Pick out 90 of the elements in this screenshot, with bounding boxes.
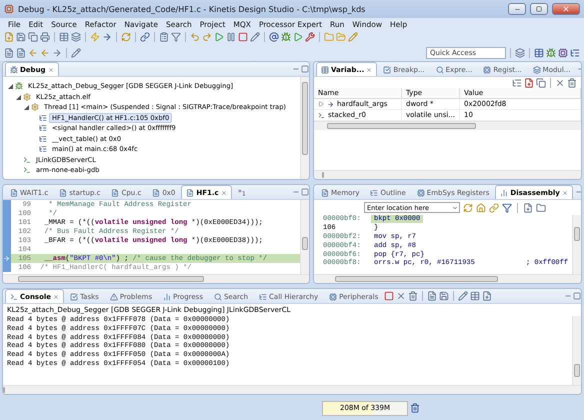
edit-icon[interactable] xyxy=(71,48,81,58)
link-icon[interactable] xyxy=(140,32,150,42)
bug-icon[interactable] xyxy=(546,48,556,58)
maximize-icon[interactable] xyxy=(301,65,309,73)
chip-icon[interactable] xyxy=(558,48,568,58)
vertical-scrollbar[interactable] xyxy=(300,200,309,274)
redo-icon[interactable] xyxy=(202,32,212,42)
horizontal-scrollbar[interactable] xyxy=(314,170,581,179)
add-icon[interactable] xyxy=(524,78,534,88)
tab-icon xyxy=(163,292,172,300)
print-icon[interactable] xyxy=(40,32,50,42)
copy-icon[interactable] xyxy=(536,78,546,88)
new-console-icon[interactable] xyxy=(482,291,492,301)
tab-icon xyxy=(10,188,18,196)
save-icon[interactable] xyxy=(16,32,26,42)
remove-icon[interactable] xyxy=(555,78,565,88)
close-icon xyxy=(562,5,570,13)
expand-triangle-icon[interactable] xyxy=(7,83,13,90)
home-icon[interactable] xyxy=(476,202,486,212)
tab-icon xyxy=(110,292,118,300)
run-icon[interactable] xyxy=(293,32,303,42)
maximize-button[interactable] xyxy=(530,3,548,15)
filter-icon[interactable] xyxy=(502,202,512,212)
new-file-icon[interactable] xyxy=(4,32,14,42)
pause-icon[interactable] xyxy=(226,32,236,42)
trash-icon[interactable] xyxy=(410,403,420,413)
close-icon[interactable] xyxy=(220,190,227,196)
tab-icon xyxy=(111,188,120,196)
stop-icon[interactable] xyxy=(238,32,248,42)
close-icon[interactable] xyxy=(366,66,372,72)
tab-icon xyxy=(186,188,194,196)
maximize-icon[interactable] xyxy=(301,188,309,196)
refresh-icon[interactable] xyxy=(463,202,473,212)
resume-icon[interactable] xyxy=(214,32,224,42)
horizontal-scrollbar[interactable] xyxy=(3,274,309,283)
layers-icon[interactable] xyxy=(71,32,81,42)
document-icon[interactable] xyxy=(16,48,26,58)
horizontal-scrollbar[interactable] xyxy=(314,274,581,283)
arrow-right-icon[interactable] xyxy=(102,32,112,42)
tab-icon xyxy=(214,292,222,300)
tab-icon xyxy=(152,188,160,196)
at-sign-icon[interactable] xyxy=(269,32,279,42)
document-icon[interactable] xyxy=(4,48,14,58)
vertical-scrollbar[interactable] xyxy=(300,77,309,179)
stop-icon[interactable] xyxy=(384,291,394,301)
arrow-left-icon[interactable] xyxy=(28,48,38,58)
arrow-right-icon[interactable] xyxy=(52,48,62,58)
tab-icon xyxy=(436,66,444,74)
bug-icon[interactable] xyxy=(281,32,291,42)
tab-icon xyxy=(321,188,329,196)
horizontal-scrollbar[interactable] xyxy=(3,385,581,394)
wrench-icon[interactable] xyxy=(305,32,315,42)
pointer-icon xyxy=(327,100,334,108)
list-icon[interactable] xyxy=(159,32,169,42)
close-icon[interactable] xyxy=(53,294,60,300)
tab-icon xyxy=(59,188,68,196)
window-title: Debug - KL25z_attach/Generated_Code/HF1.c - Kinetis Design Studio - C:\tmp\wsp_kds xyxy=(18,4,366,14)
refresh-icon[interactable] xyxy=(121,32,131,42)
tab-icon xyxy=(10,292,18,300)
remove-icon[interactable] xyxy=(396,291,406,301)
tab-icon xyxy=(370,188,378,196)
tab-icon xyxy=(10,66,18,74)
pencil-icon[interactable] xyxy=(348,32,358,42)
filter-icon[interactable] xyxy=(171,32,181,42)
tab-icon xyxy=(329,292,338,300)
tab-icon xyxy=(532,66,541,74)
expand-triangle-icon[interactable] xyxy=(15,94,21,100)
vertical-scrollbar[interactable] xyxy=(572,316,581,385)
new-file-icon[interactable] xyxy=(523,202,533,212)
horizontal-scrollbar[interactable] xyxy=(314,121,581,130)
close-icon[interactable] xyxy=(48,66,54,72)
tab-icon xyxy=(416,188,425,196)
expand-triangle-icon[interactable] xyxy=(23,104,29,110)
tab-icon xyxy=(321,66,329,74)
vertical-scrollbar[interactable] xyxy=(572,215,581,274)
pencil-icon[interactable] xyxy=(250,32,260,42)
tab-icon xyxy=(483,66,492,74)
tab-icon xyxy=(70,292,78,300)
tab-icon xyxy=(383,66,392,74)
tab-icon xyxy=(259,292,268,300)
arrow-left-icon[interactable] xyxy=(40,48,50,58)
expand-triangle-icon[interactable] xyxy=(318,101,324,107)
copy-icon[interactable] xyxy=(28,32,38,42)
undo-icon[interactable] xyxy=(190,32,200,42)
tab-icon xyxy=(500,188,508,196)
app-icon xyxy=(4,4,14,14)
maximize-icon xyxy=(536,6,542,12)
close-icon[interactable] xyxy=(562,190,568,196)
maximize-icon[interactable] xyxy=(573,292,581,300)
table-icon[interactable] xyxy=(59,32,69,42)
